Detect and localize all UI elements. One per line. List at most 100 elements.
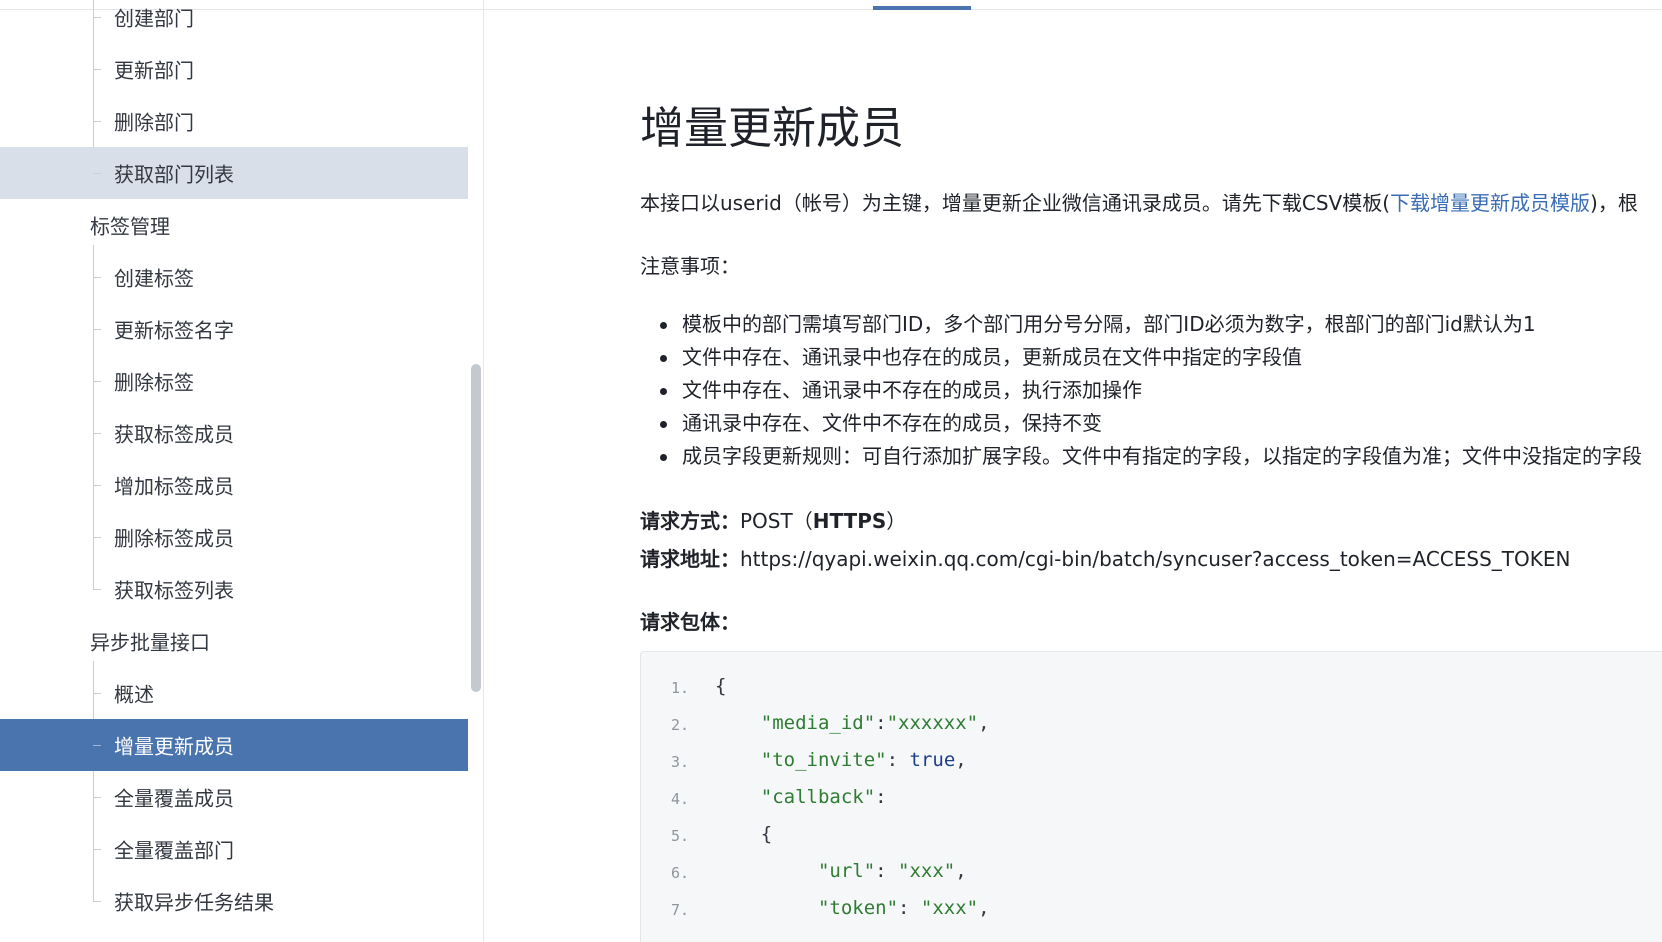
code-text: "media_id":"xxxxxx", bbox=[715, 712, 990, 734]
code-text: "url": "xxx", bbox=[715, 860, 967, 882]
code-token: "media_id" bbox=[760, 712, 876, 734]
line-number: 2. bbox=[670, 716, 689, 734]
request-url-label: 请求地址： bbox=[640, 547, 740, 571]
sidebar-group[interactable]: 标签管理 bbox=[0, 199, 468, 251]
sidebar-item-label: 获取标签成员 bbox=[114, 422, 234, 447]
code-line: 1. { bbox=[641, 670, 1641, 709]
code-token: "token" bbox=[817, 897, 899, 919]
sidebar-item[interactable]: 获取异步任务结果 bbox=[0, 875, 468, 927]
tree-tick bbox=[93, 17, 101, 18]
bullet-icon bbox=[660, 355, 667, 362]
tree-tick bbox=[93, 277, 101, 278]
tree-tick bbox=[93, 485, 101, 486]
code-line: 5. { bbox=[641, 818, 1641, 857]
line-number: 3. bbox=[670, 753, 689, 771]
tree-tick bbox=[93, 537, 101, 538]
request-method-close: ） bbox=[886, 509, 907, 533]
note-text: 模板中的部门需填写部门ID，多个部门用分号分隔，部门ID必须为数字，根部门的部门… bbox=[682, 312, 1536, 336]
sidebar-item-label: 更新部门 bbox=[114, 58, 194, 83]
tree-tick bbox=[93, 849, 101, 850]
download-template-link[interactable]: 下载增量更新成员模版 bbox=[1390, 191, 1590, 215]
sidebar-item-label: 删除部门 bbox=[114, 110, 194, 135]
tree-tick bbox=[93, 381, 101, 382]
line-number: 5. bbox=[670, 827, 689, 845]
sidebar-item-label: 创建标签 bbox=[114, 266, 194, 291]
sidebar-item[interactable]: 增加标签成员 bbox=[0, 459, 468, 511]
intro-paragraph: 本接口以userid（帐号）为主键，增量更新企业微信通讯录成员。请先下载CSV模… bbox=[640, 187, 1638, 216]
sidebar-item-label: 删除标签 bbox=[114, 370, 194, 395]
sidebar-item[interactable]: 删除部门 bbox=[0, 95, 468, 147]
code-token: "xxx" bbox=[898, 860, 956, 882]
sidebar-item-label: 增加标签成员 bbox=[114, 474, 234, 499]
code-token: , bbox=[978, 897, 990, 919]
page-title: 增量更新成员 bbox=[640, 103, 904, 154]
request-method-row: 请求方式：POST（HTTPS） bbox=[640, 505, 906, 534]
note-text: 通讯录中存在、文件中不存在的成员，保持不变 bbox=[682, 411, 1102, 435]
intro-suffix: )，根 bbox=[1590, 191, 1638, 215]
line-number: 1. bbox=[670, 679, 689, 697]
code-token: : bbox=[898, 897, 921, 919]
notes-title: 注意事项： bbox=[640, 254, 740, 278]
request-body-label: 请求包体： bbox=[640, 610, 740, 634]
bullet-icon bbox=[660, 421, 667, 428]
code-block[interactable]: 1. {2. "media_id":"xxxxxx", 3. "to_invite"… bbox=[640, 651, 1662, 942]
code-token: : bbox=[886, 749, 910, 771]
sidebar-item-label: 全量覆盖成员 bbox=[114, 786, 234, 811]
note-item: 文件中存在、通讯录中也存在的成员，更新成员在文件中指定的字段值 bbox=[640, 341, 1642, 374]
line-number: 6. bbox=[670, 864, 689, 882]
request-url-row: 请求地址：https://qyapi.weixin.qq.com/cgi-bin… bbox=[640, 543, 1570, 572]
note-item: 文件中存在、通讯录中不存在的成员，执行添加操作 bbox=[640, 374, 1642, 407]
code-token: "callback" bbox=[760, 786, 876, 808]
code-token: "to_invite" bbox=[760, 749, 887, 771]
code-token: , bbox=[955, 749, 967, 771]
code-text: "to_invite": true, bbox=[715, 749, 967, 771]
request-method-value: POST（ bbox=[740, 509, 813, 533]
intro-text: 本接口以userid（帐号）为主键，增量更新企业微信通讯录成员。请先下载CSV模… bbox=[640, 191, 1391, 215]
sidebar-item-label: 删除标签成员 bbox=[114, 526, 234, 551]
sidebar-item[interactable]: 全量覆盖部门 bbox=[0, 823, 468, 875]
sidebar-item-label: 获取异步任务结果 bbox=[114, 890, 274, 915]
bullet-icon bbox=[660, 388, 667, 395]
sidebar-item[interactable]: 删除标签成员 bbox=[0, 511, 468, 563]
code-text: "token": "xxx", bbox=[715, 897, 990, 919]
code-text: { bbox=[715, 675, 726, 697]
sidebar-item[interactable]: 创建部门 bbox=[0, 0, 468, 43]
tree-tick bbox=[93, 797, 101, 798]
sidebar-item[interactable]: 获取标签成员 bbox=[0, 407, 468, 459]
code-token: , bbox=[978, 712, 990, 734]
sidebar-item[interactable]: 概述 bbox=[0, 667, 468, 719]
sidebar-item[interactable]: 获取标签列表 bbox=[0, 563, 468, 615]
request-method-label: 请求方式： bbox=[640, 509, 740, 533]
code-token: : bbox=[875, 860, 899, 882]
sidebar-item[interactable]: 更新部门 bbox=[0, 43, 468, 95]
sidebar-item-label: 获取部门列表 bbox=[114, 162, 234, 187]
code-text: { bbox=[715, 823, 772, 845]
code-line: 2. "media_id":"xxxxxx", bbox=[641, 707, 1641, 746]
note-text: 文件中存在、通讯录中也存在的成员，更新成员在文件中指定的字段值 bbox=[682, 345, 1302, 369]
tree-tick bbox=[93, 901, 101, 902]
sidebar-item[interactable]: 创建标签 bbox=[0, 251, 468, 303]
sidebar-item[interactable]: 增量更新成员 bbox=[0, 719, 468, 771]
sidebar-item[interactable]: 获取部门列表 bbox=[0, 147, 468, 199]
code-token: { bbox=[715, 823, 773, 845]
sidebar-group[interactable]: 异步批量接口 bbox=[0, 615, 468, 667]
code-token: true bbox=[909, 749, 956, 771]
sidebar-item[interactable]: 删除标签 bbox=[0, 355, 468, 407]
note-text: 成员字段更新规则：可自行添加扩展字段。文件中有指定的字段，以指定的字段值为准；文… bbox=[682, 444, 1642, 468]
tree-tick bbox=[93, 589, 101, 590]
code-line: 4. "callback": bbox=[641, 781, 1641, 820]
sidebar-item[interactable]: 全量覆盖成员 bbox=[0, 771, 468, 823]
tree-tick bbox=[93, 433, 101, 434]
request-url-value: https://qyapi.weixin.qq.com/cgi-bin/batc… bbox=[740, 547, 1571, 571]
code-token: : bbox=[875, 712, 887, 734]
bullet-icon bbox=[660, 454, 667, 461]
tree-tick bbox=[93, 121, 101, 122]
code-line: 6. "url": "xxx", bbox=[641, 855, 1641, 894]
code-line: 7. "token": "xxx", bbox=[641, 892, 1641, 931]
sidebar-item-label: 概述 bbox=[114, 682, 154, 707]
sidebar-item[interactable]: 更新标签名字 bbox=[0, 303, 468, 355]
sidebar-scrollbar-thumb[interactable] bbox=[471, 364, 481, 692]
